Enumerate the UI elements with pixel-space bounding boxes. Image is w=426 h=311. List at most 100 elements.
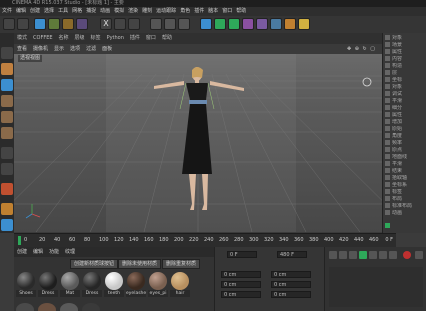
record-icon[interactable] (403, 251, 411, 259)
y-axis-icon[interactable] (114, 18, 126, 30)
nurbs-icon[interactable] (228, 18, 240, 30)
subbar-item-plugins[interactable]: 插件 (127, 33, 143, 44)
menu-item-edit[interactable]: 编辑 (14, 7, 28, 16)
next-frame-icon[interactable] (369, 251, 377, 259)
viewport-menu-cameras[interactable]: 摄像机 (30, 44, 51, 54)
subbar-item-mode[interactable]: 模式 (14, 33, 30, 44)
material-swatch[interactable]: hair (170, 271, 190, 301)
render-settings-icon[interactable] (178, 18, 190, 30)
lock-workplane-icon[interactable] (1, 203, 13, 215)
deformer-icon[interactable] (256, 18, 268, 30)
autokey-icon[interactable] (415, 251, 423, 259)
previous-key-icon[interactable] (339, 251, 347, 259)
subbar-item-hierarchy[interactable]: 层级 (72, 33, 88, 44)
object-item[interactable]: 属性 (385, 112, 425, 119)
menu-item-script[interactable]: 脑本 (206, 7, 220, 16)
point-mode-icon[interactable] (1, 95, 13, 107)
texture-mode-icon[interactable] (1, 63, 13, 75)
redo-icon[interactable] (17, 18, 29, 30)
model-mode-icon[interactable] (1, 47, 13, 59)
timeline-playhead[interactable] (18, 236, 21, 245)
live-selection-icon[interactable] (34, 18, 46, 30)
menu-item-mesh[interactable]: 网格 (70, 7, 84, 16)
material-ball[interactable] (82, 303, 100, 311)
menu-item-simulate[interactable]: 模拟 (112, 7, 126, 16)
material-swatch[interactable]: Dress (38, 271, 58, 301)
object-item[interactable]: 平滑 (385, 161, 425, 168)
material-tab-create[interactable]: 创建 (14, 247, 30, 257)
object-item[interactable]: 原始 (385, 126, 425, 133)
material-tab-function[interactable]: 功能 (46, 247, 62, 257)
object-item[interactable]: 内容 (385, 56, 425, 63)
move-icon[interactable] (48, 18, 60, 30)
z-axis-icon[interactable] (128, 18, 140, 30)
viewport-menu-options[interactable]: 选项 (67, 44, 83, 54)
next-key-icon[interactable] (379, 251, 387, 259)
menu-item-sculpt[interactable]: 雕刻 (140, 7, 154, 16)
object-item[interactable]: 细分 (385, 105, 425, 112)
x-axis-icon[interactable]: X (100, 18, 112, 30)
viewport-menu-filter[interactable]: 过滤 (83, 44, 99, 54)
delete-duplicate-materials-button[interactable]: 删除重复材质 (162, 259, 201, 269)
perspective-viewport[interactable]: 透视视图 (14, 54, 382, 232)
position-z-field[interactable]: 0 cm (221, 291, 261, 298)
menu-item-render[interactable]: 渲染 (126, 7, 140, 16)
menu-item-select[interactable]: 选择 (42, 7, 56, 16)
menu-item-create[interactable]: 创建 (28, 7, 42, 16)
object-item[interactable]: 坐标 (385, 77, 425, 84)
object-item[interactable]: 增加 (385, 119, 425, 126)
play-icon[interactable] (359, 251, 367, 259)
render-view-icon[interactable] (150, 18, 162, 30)
delete-unused-materials-button[interactable]: 删除未使用材质 (118, 259, 162, 269)
menu-item-window[interactable]: 窗口 (220, 7, 234, 16)
menu-item-character[interactable]: 角色 (178, 7, 192, 16)
material-swatch[interactable]: Shoes (16, 271, 36, 301)
position-x-field[interactable]: 0 cm (221, 271, 261, 278)
workplane-axis-icon[interactable] (1, 219, 13, 231)
previous-frame-icon[interactable] (349, 251, 357, 259)
object-item[interactable]: 坐标系 (385, 182, 425, 189)
viewport-menu-display[interactable]: 显示 (51, 44, 67, 54)
material-tab-texture[interactable]: 纹理 (62, 247, 78, 257)
object-item[interactable]: 平滑 (385, 98, 425, 105)
workplane-icon[interactable] (1, 79, 13, 91)
scale-icon[interactable] (62, 18, 74, 30)
material-tab-edit[interactable]: 编辑 (30, 247, 46, 257)
object-item[interactable]: 对象 (385, 84, 425, 91)
material-ball[interactable] (16, 303, 34, 311)
object-item[interactable]: 结束 (385, 168, 425, 175)
subbar-item-help[interactable]: 帮助 (159, 33, 175, 44)
material-swatch[interactable]: eyelashes (126, 271, 146, 301)
rotate-icon[interactable] (76, 18, 88, 30)
render-to-picture-viewer-icon[interactable] (164, 18, 176, 30)
snap-icon[interactable] (1, 183, 13, 195)
subbar-item-python[interactable]: Python (104, 33, 127, 44)
material-swatch[interactable]: eyes_pi (148, 271, 168, 301)
scene-icon[interactable] (270, 18, 282, 30)
edge-mode-icon[interactable] (1, 111, 13, 123)
size-x-field[interactable]: 0 cm (271, 271, 311, 278)
material-ball[interactable] (60, 303, 78, 311)
object-item[interactable]: 层 (385, 70, 425, 77)
object-item[interactable]: 标准布局 (385, 203, 425, 210)
object-item[interactable]: 构造 (385, 63, 425, 70)
end-frame-field[interactable]: 480 F (277, 251, 307, 258)
size-z-field[interactable]: 0 cm (271, 291, 311, 298)
tweak-icon[interactable] (1, 163, 13, 175)
timeline[interactable]: 0 20 40 60 80 100 120 140 160 180 200 220 240 260 280 3… (14, 233, 396, 248)
subbar-item-name[interactable]: 名称 (56, 33, 72, 44)
enable-axis-icon[interactable] (1, 147, 13, 159)
viewport-menu-panel[interactable]: 面板 (99, 44, 115, 54)
object-item[interactable]: 角度 (385, 133, 425, 140)
cube-icon[interactable] (200, 18, 212, 30)
material-ball[interactable] (38, 303, 56, 311)
subbar-item-tags[interactable]: 标签 (88, 33, 104, 44)
object-item[interactable]: 布局 (385, 196, 425, 203)
object-item[interactable]: 频率 (385, 140, 425, 147)
undo-icon[interactable] (3, 18, 15, 30)
object-item[interactable]: 地面线 (385, 154, 425, 161)
viewport-nav-icons[interactable]: ✥ ⊕ ↻ ▢ (344, 44, 379, 54)
menu-item-tools[interactable]: 工具 (56, 7, 70, 16)
go-to-end-icon[interactable] (389, 251, 397, 259)
object-item[interactable]: 调试 (385, 91, 425, 98)
